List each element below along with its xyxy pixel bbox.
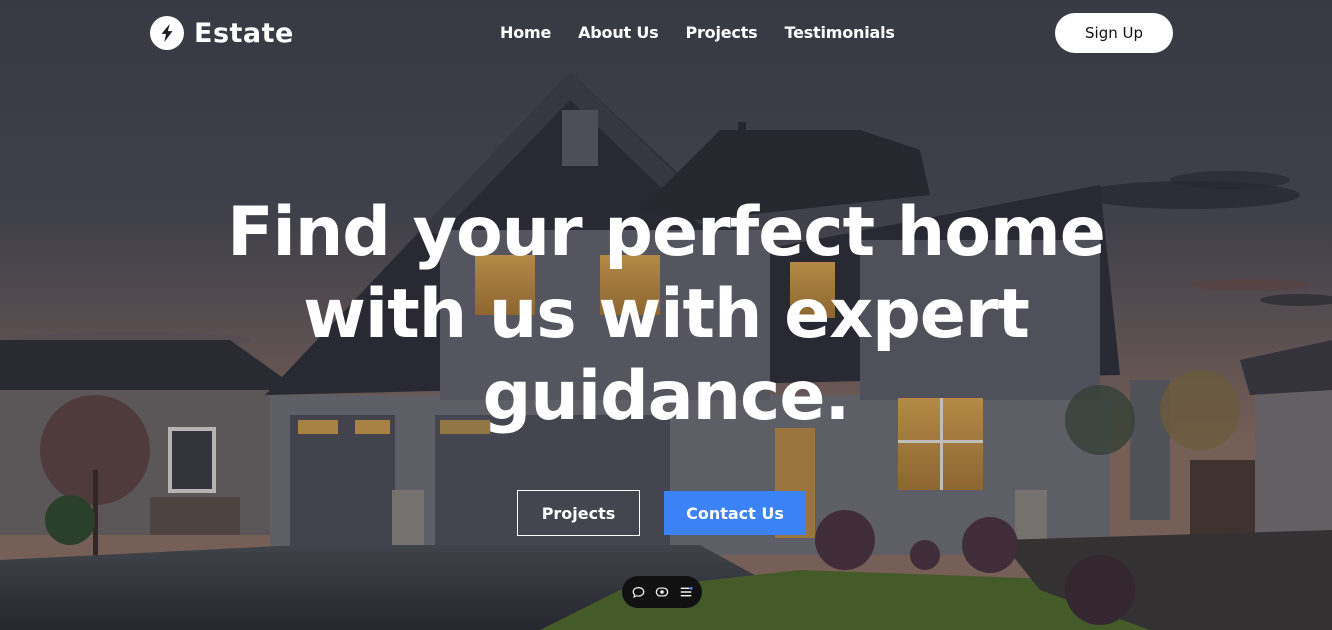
hero-headline-line: guidance. — [482, 357, 851, 436]
contact-us-button[interactable]: Contact Us — [664, 491, 806, 535]
floating-toolbar — [622, 576, 702, 608]
eye-icon[interactable] — [655, 585, 669, 599]
hero-headline-line: with us with expert — [303, 275, 1030, 354]
nav-link-home[interactable]: Home — [500, 23, 551, 42]
top-navbar: Estate Home About Us Projects Testimonia… — [0, 0, 1332, 68]
sign-up-button[interactable]: Sign Up — [1055, 13, 1173, 53]
hero-cta-group: Projects Contact Us — [517, 490, 806, 536]
brand-logo[interactable]: Estate — [150, 16, 294, 50]
list-icon[interactable] — [679, 585, 693, 599]
projects-button[interactable]: Projects — [517, 490, 640, 536]
nav-link-about-us[interactable]: About Us — [578, 23, 659, 42]
nav-link-testimonials[interactable]: Testimonials — [784, 23, 894, 42]
main-nav: Home About Us Projects Testimonials — [500, 23, 895, 42]
lightning-bolt-icon — [150, 16, 184, 50]
brand-name: Estate — [194, 17, 294, 49]
hero-headline: Find your perfect home with us with expe… — [160, 192, 1172, 438]
hero-section: Estate Home About Us Projects Testimonia… — [0, 0, 1332, 630]
nav-link-projects[interactable]: Projects — [685, 23, 757, 42]
hero-headline-line: Find your perfect home — [227, 193, 1106, 272]
comment-icon[interactable] — [631, 585, 645, 599]
